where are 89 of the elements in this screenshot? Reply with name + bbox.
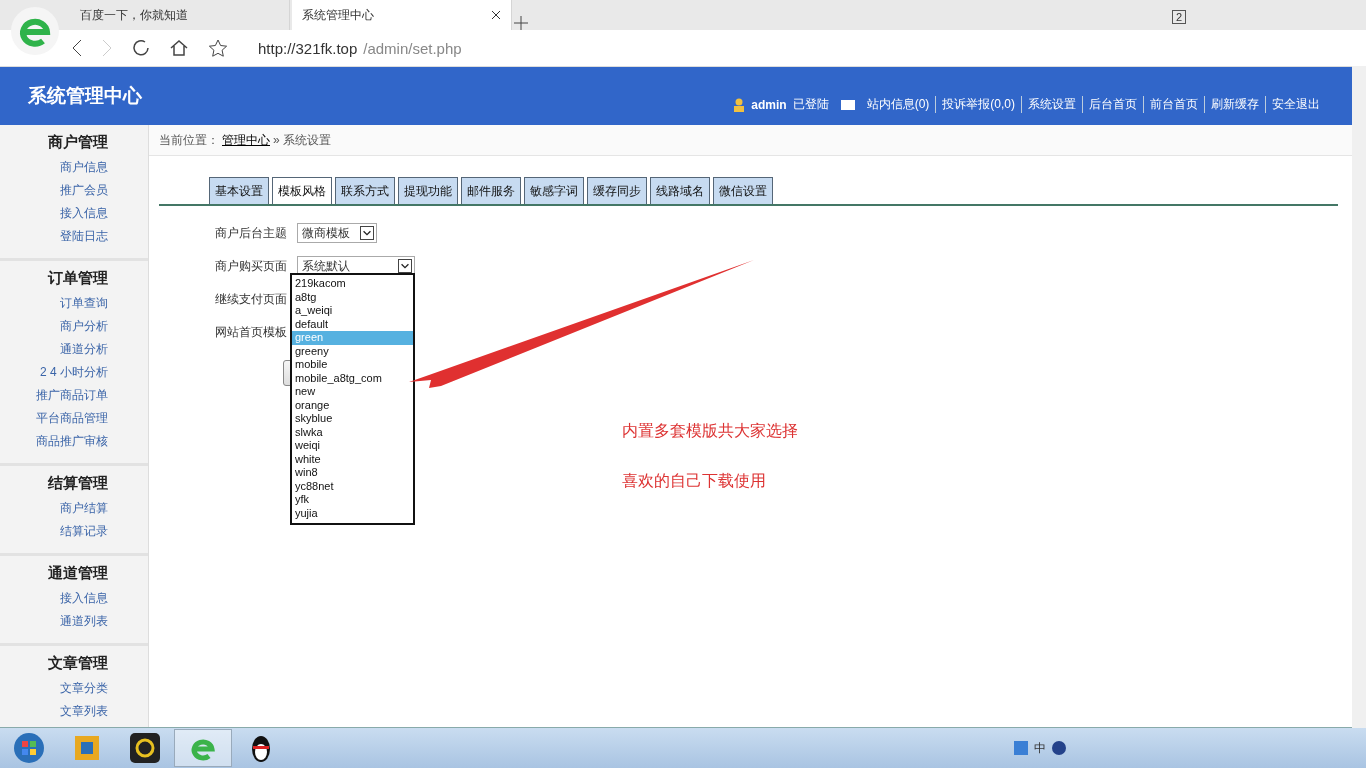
sidebar-item[interactable]: 推广会员 [60, 179, 108, 202]
sidebar-heading: 结算管理 [48, 474, 108, 493]
settings-tab[interactable]: 邮件服务 [461, 177, 521, 204]
sidebar-item[interactable]: 接入信息 [60, 587, 108, 610]
dropdown-option[interactable]: weiqi [292, 439, 413, 453]
settings-tab[interactable]: 联系方式 [335, 177, 395, 204]
address-field[interactable]: http://321fk.top /admin/set.php [258, 39, 462, 57]
sidebar-item[interactable]: 2 4 小时分析 [40, 361, 108, 384]
header-link[interactable]: 刷新缓存 [1204, 96, 1259, 113]
header-link[interactable]: 后台首页 [1082, 96, 1137, 113]
dropdown-option[interactable]: a_weiqi [292, 304, 413, 318]
sidebar-heading: 商户管理 [48, 133, 108, 152]
help-icon[interactable] [1052, 741, 1066, 755]
settings-tab[interactable]: 基本设置 [209, 177, 269, 204]
dropdown-option[interactable]: default [292, 317, 413, 331]
field-label: 网站首页模板 [215, 323, 287, 341]
mail-icon [840, 99, 855, 110]
dropdown-option[interactable]: yfk [292, 493, 413, 507]
penguin-icon [249, 733, 273, 763]
back-icon[interactable] [72, 39, 82, 57]
sidebar-item[interactable]: 订单查询 [60, 292, 108, 315]
sidebar-item[interactable]: 登陆日志 [60, 225, 108, 248]
breadcrumb-link[interactable]: 管理中心 [222, 131, 270, 149]
close-icon[interactable] [491, 10, 501, 20]
header-link[interactable]: 前台首页 [1143, 96, 1198, 113]
dropdown-option[interactable]: skyblue [292, 412, 413, 426]
sidebar-heading: 文章管理 [48, 654, 108, 673]
dropdown-option[interactable]: win8 [292, 466, 413, 480]
dropdown-option[interactable]: yujia [292, 506, 413, 520]
breadcrumb-label: 当前位置： [159, 131, 219, 149]
annotation-text: 喜欢的自己下载使用 [622, 471, 767, 491]
star-icon[interactable] [208, 39, 228, 57]
dropdown-option[interactable]: mobile [292, 358, 413, 372]
settings-tab[interactable]: 线路域名 [650, 177, 710, 204]
settings-tab[interactable]: 模板风格 [272, 177, 332, 204]
sidebar-item[interactable]: 商品推广审核 [36, 430, 108, 453]
field-label: 商户购买页面 [215, 257, 287, 275]
breadcrumb-current: 系统设置 [282, 131, 331, 149]
home-icon[interactable] [170, 39, 188, 57]
window-icon [73, 734, 101, 762]
header-link[interactable]: 投诉举报(0,0) [935, 96, 1015, 113]
caret-icon [398, 259, 412, 273]
field-label: 继续支付页面 [215, 290, 287, 308]
dropdown-option[interactable]: yc88net [292, 479, 413, 493]
sidebar-item[interactable]: 商户分析 [60, 315, 108, 338]
dropdown-option[interactable]: slwka [292, 425, 413, 439]
dropdown-option[interactable]: mobile_a8tg_com [292, 371, 413, 385]
breadcrumb-separator: » [273, 133, 280, 147]
settings-tab[interactable]: 微信设置 [713, 177, 773, 204]
dropdown-option[interactable]: new [292, 385, 413, 399]
input-method-indicator[interactable]: 中 [1034, 739, 1046, 757]
user-name: admin [751, 97, 787, 112]
dropdown-option[interactable]: greeny [292, 344, 413, 358]
dropdown-option[interactable]: orange [292, 398, 413, 412]
new-tab-icon[interactable] [514, 16, 528, 30]
select-field[interactable]: 系统默认 [297, 256, 415, 276]
refresh-icon[interactable] [132, 39, 150, 57]
sidebar-item[interactable]: 商户信息 [60, 156, 108, 179]
sidebar-item[interactable]: 通道分析 [60, 338, 108, 361]
sidebar-item[interactable]: 结算记录 [60, 520, 108, 543]
app-icon [130, 733, 160, 763]
tab-count[interactable]: 2 [1171, 10, 1186, 24]
field-label: 商户后台主题 [215, 224, 287, 242]
sidebar-item[interactable]: 商户结算 [60, 497, 108, 520]
sidebar-heading: 订单管理 [48, 269, 108, 288]
sidebar-item[interactable]: 推广商品订单 [36, 384, 108, 407]
windows-logo-icon [13, 732, 45, 764]
settings-tab[interactable]: 缓存同步 [587, 177, 647, 204]
settings-tab[interactable]: 提现功能 [398, 177, 458, 204]
dropdown-option[interactable]: white [292, 452, 413, 466]
sidebar-item[interactable]: 通道列表 [60, 610, 108, 633]
settings-tab[interactable]: 敏感字词 [524, 177, 584, 204]
user-icon [733, 97, 746, 112]
site-title: 系统管理中心 [28, 84, 142, 108]
browser-tab[interactable]: 系统管理中心 [292, 0, 512, 30]
sidebar-heading: 通道管理 [48, 564, 108, 583]
login-status: 已登陆 [792, 96, 829, 113]
annotation-text: 内置多套模版共大家选择 [622, 421, 798, 441]
header-link[interactable]: 安全退出 [1265, 96, 1320, 113]
dropdown-option[interactable]: 219kacom [292, 277, 413, 291]
header-link[interactable]: 站内信息(0) [860, 96, 930, 113]
caret-icon [360, 226, 374, 240]
header-link[interactable]: 系统设置 [1021, 96, 1076, 113]
sidebar-item[interactable]: 接入信息 [60, 202, 108, 225]
sidebar-item[interactable]: 平台商品管理 [36, 407, 108, 430]
dropdown-option[interactable]: a8tg [292, 290, 413, 304]
sidebar-item[interactable]: 文章分类 [60, 677, 108, 700]
sidebar-item[interactable]: 文章列表 [60, 700, 108, 723]
select-field[interactable]: 微商模板 [297, 223, 377, 243]
